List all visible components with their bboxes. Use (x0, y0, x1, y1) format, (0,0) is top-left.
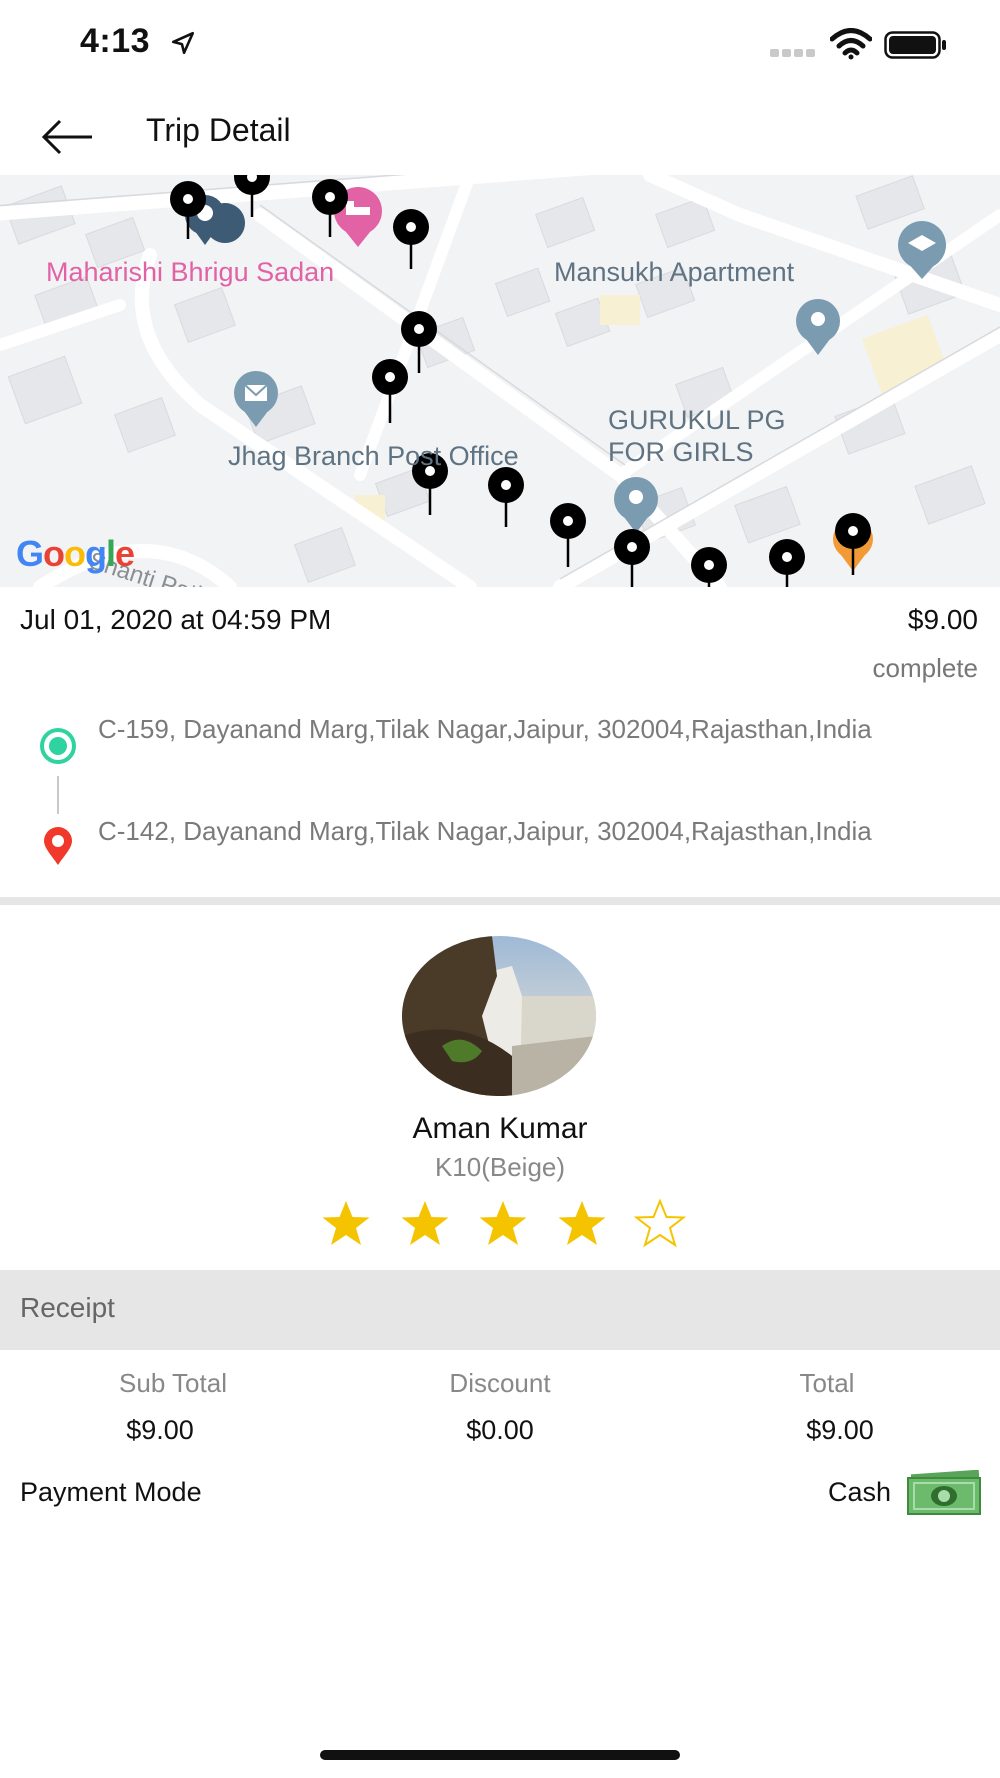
back-button[interactable] (38, 112, 98, 162)
rating-stars (318, 1196, 688, 1252)
section-divider (0, 897, 1000, 905)
map-label-maharishi: Maharishi Bhrigu Sadan (46, 257, 335, 287)
discount-value: $0.00 (466, 1415, 534, 1445)
total-label: Total (799, 1368, 855, 1398)
pickup-location-icon (40, 728, 76, 764)
sub-total-label: Sub Total (119, 1368, 227, 1398)
discount-label: Discount (449, 1368, 551, 1398)
nav-bar: Trip Detail (0, 100, 1000, 175)
map-canvas (0, 175, 1000, 587)
trip-map[interactable]: Maharishi Bhrigu Sadan Mansukh Apartment… (0, 175, 1000, 587)
driver-vehicle: K10(Beige) (434, 1152, 566, 1182)
drop-location-icon (44, 827, 72, 865)
google-logo: Google (16, 533, 135, 574)
trip-date: Jul 01, 2020 at 04:59 PM (20, 604, 332, 635)
location-arrow-icon (171, 31, 195, 55)
driver-name: Aman Kumar (412, 1112, 588, 1145)
star-filled-icon[interactable] (397, 1196, 453, 1252)
cash-icon (907, 1470, 982, 1515)
arrow-left-icon (41, 119, 92, 155)
star-filled-icon[interactable] (318, 1196, 374, 1252)
map-label-gurukul-2: FOR GIRLS (608, 437, 754, 467)
status-bar: 4:13 (0, 0, 1000, 90)
sub-total-value: $9.00 (126, 1415, 194, 1445)
destination-pin-icon (833, 513, 873, 575)
discount-column: Discount $0.00 (350, 1368, 650, 1446)
home-indicator (320, 1750, 680, 1760)
trip-status: complete (872, 653, 979, 683)
sub-total-column: Sub Total $9.00 (23, 1368, 323, 1446)
map-label-gurukul-1: GURUKUL PG (608, 405, 786, 435)
payment-mode-label: Payment Mode (20, 1477, 202, 1507)
page-title: Trip Detail (146, 112, 291, 148)
total-column: Total $9.00 (677, 1368, 977, 1446)
route-connector (57, 776, 59, 814)
signal-icon (770, 44, 818, 62)
pickup-address: C-159, Dayanand Marg,Tilak Nagar,Jaipur,… (98, 714, 872, 744)
receipt-title: Receipt (20, 1292, 115, 1323)
star-empty-icon[interactable] (632, 1196, 688, 1252)
star-filled-icon[interactable] (554, 1196, 610, 1252)
wifi-icon (830, 28, 872, 60)
map-label-post-office: Jhag Branch Post Office (228, 441, 519, 471)
receipt-header: Receipt (0, 1270, 1000, 1350)
trip-price: $9.00 (907, 604, 978, 635)
star-filled-icon[interactable] (475, 1196, 531, 1252)
driver-avatar (402, 936, 596, 1096)
map-label-mansukh: Mansukh Apartment (554, 257, 795, 287)
payment-mode-value: Cash (828, 1477, 892, 1507)
battery-icon (884, 31, 946, 59)
drop-address: C-142, Dayanand Marg,Tilak Nagar,Jaipur,… (98, 816, 872, 846)
total-value: $9.00 (806, 1415, 874, 1445)
status-time: 4:13 (80, 22, 151, 60)
